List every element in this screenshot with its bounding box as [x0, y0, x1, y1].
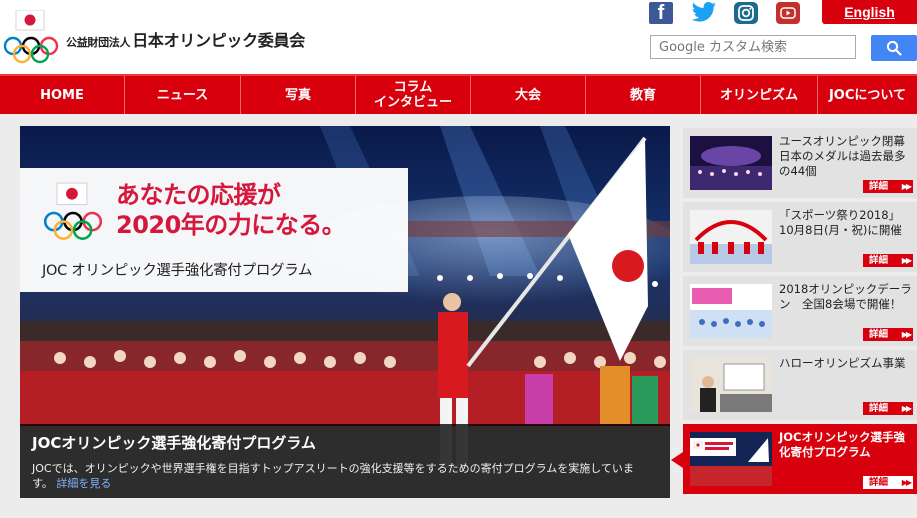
hero-caption-title[interactable]: JOCオリンピック選手強化寄付プログラム: [32, 432, 658, 453]
detail-label: 詳細: [869, 477, 889, 488]
nav-item-photos[interactable]: 写真: [240, 76, 355, 114]
site-header: 公益財団法人 日本オリンピック委員会 f English: [0, 0, 917, 74]
banner-headline: あなたの応援が 2020年の力になる。: [116, 181, 346, 239]
search-box[interactable]: [650, 35, 856, 59]
facebook-icon[interactable]: f: [649, 2, 673, 24]
detail-button[interactable]: 詳細 ▶▶: [863, 254, 913, 267]
instagram-icon[interactable]: [734, 2, 758, 24]
main-content: あなたの応援が 2020年の力になる。 JOC オリンピック選手強化寄付プログラ…: [0, 114, 917, 518]
twitter-icon[interactable]: [690, 2, 718, 24]
side-item-youth-olympics[interactable]: ユースオリンピック閉幕 日本のメダルは過去最多の44個 詳細 ▶▶: [683, 128, 917, 198]
org-title: 日本オリンピック委員会: [132, 31, 305, 50]
side-item-title: 2018オリンピックデーラン 全国8会場で開催！: [779, 282, 912, 311]
banner-subtitle: JOC オリンピック選手強化寄付プログラム: [42, 263, 313, 279]
detail-button[interactable]: 詳細 ▶▶: [863, 180, 913, 193]
search-button[interactable]: [871, 35, 917, 61]
side-item-hello-olympism[interactable]: ハローオリンピズム事業 詳細 ▶▶: [683, 350, 917, 420]
side-item-sports-festival[interactable]: 「スポーツ祭り2018」 10月8日(月・祝)に開催 詳細 ▶▶: [683, 202, 917, 272]
joc-logo[interactable]: [2, 10, 60, 66]
nav-item-news[interactable]: ニュース: [124, 76, 240, 114]
main-nav: HOME ニュース 写真 コラム インタビュー 大会 教育 オリンピズム JOC…: [0, 74, 917, 114]
hero-detail-link[interactable]: 詳細を見る: [56, 477, 111, 490]
detail-button[interactable]: 詳細 ▶▶: [863, 476, 913, 489]
double-arrow-icon: ▶▶: [901, 478, 912, 487]
joc-banner-logo: [43, 182, 103, 240]
side-thumb-hello-olympism: [690, 358, 772, 412]
side-thumb-youth-olympics: [690, 136, 772, 190]
org-name[interactable]: 公益財団法人 日本オリンピック委員会: [66, 27, 305, 51]
side-thumb-donation-program: [690, 432, 772, 486]
detail-label: 詳細: [869, 403, 889, 414]
nav-item-olympism[interactable]: オリンピズム: [700, 76, 817, 114]
side-item-title: JOCオリンピック選手強化寄付プログラム: [779, 430, 905, 459]
hero-caption-text: JOCでは、オリンピックや世界選手権を目指すトップアスリートの強化支援等をするた…: [32, 462, 634, 490]
hero-slide[interactable]: あなたの応援が 2020年の力になる。 JOC オリンピック選手強化寄付プログラ…: [20, 126, 670, 498]
detail-label: 詳細: [869, 329, 889, 340]
nav-item-home[interactable]: HOME: [0, 76, 124, 114]
hero-caption-desc: JOCでは、オリンピックや世界選手権を目指すトップアスリートの強化支援等をするた…: [32, 461, 658, 491]
detail-button[interactable]: 詳細 ▶▶: [863, 328, 913, 341]
detail-label: 詳細: [869, 255, 889, 266]
double-arrow-icon: ▶▶: [901, 330, 912, 339]
search-icon: [886, 40, 902, 56]
nav-item-education[interactable]: 教育: [585, 76, 700, 114]
nav-item-competitions[interactable]: 大会: [470, 76, 585, 114]
double-arrow-icon: ▶▶: [901, 404, 912, 413]
side-item-olympic-day-run[interactable]: 2018オリンピックデーラン 全国8会場で開催！ 詳細 ▶▶: [683, 276, 917, 346]
hero-caption: JOCオリンピック選手強化寄付プログラム JOCでは、オリンピックや世界選手権を…: [20, 424, 670, 498]
youtube-icon[interactable]: [776, 2, 800, 24]
side-thumb-olympic-day-run: [690, 284, 772, 338]
english-link[interactable]: English: [822, 0, 917, 24]
side-item-title: ユースオリンピック閉幕 日本のメダルは過去最多の44個: [779, 134, 906, 178]
nav-item-column-interview[interactable]: コラム インタビュー: [355, 76, 470, 114]
active-slide-pointer: [671, 452, 683, 468]
side-item-donation-program[interactable]: JOCオリンピック選手強化寄付プログラム 詳細 ▶▶: [683, 424, 917, 494]
search-input[interactable]: [651, 36, 855, 59]
donation-banner: あなたの応援が 2020年の力になる。 JOC オリンピック選手強化寄付プログラ…: [20, 168, 408, 292]
detail-label: 詳細: [869, 181, 889, 192]
double-arrow-icon: ▶▶: [901, 256, 912, 265]
nav-item-about-joc[interactable]: JOCについて: [817, 76, 917, 114]
detail-button[interactable]: 詳細 ▶▶: [863, 402, 913, 415]
side-item-title: 「スポーツ祭り2018」 10月8日(月・祝)に開催: [779, 208, 902, 237]
side-item-title: ハローオリンピズム事業: [779, 356, 906, 370]
double-arrow-icon: ▶▶: [901, 182, 912, 191]
side-thumb-sports-festival: [690, 210, 772, 264]
org-prefix: 公益財団法人: [66, 36, 131, 49]
